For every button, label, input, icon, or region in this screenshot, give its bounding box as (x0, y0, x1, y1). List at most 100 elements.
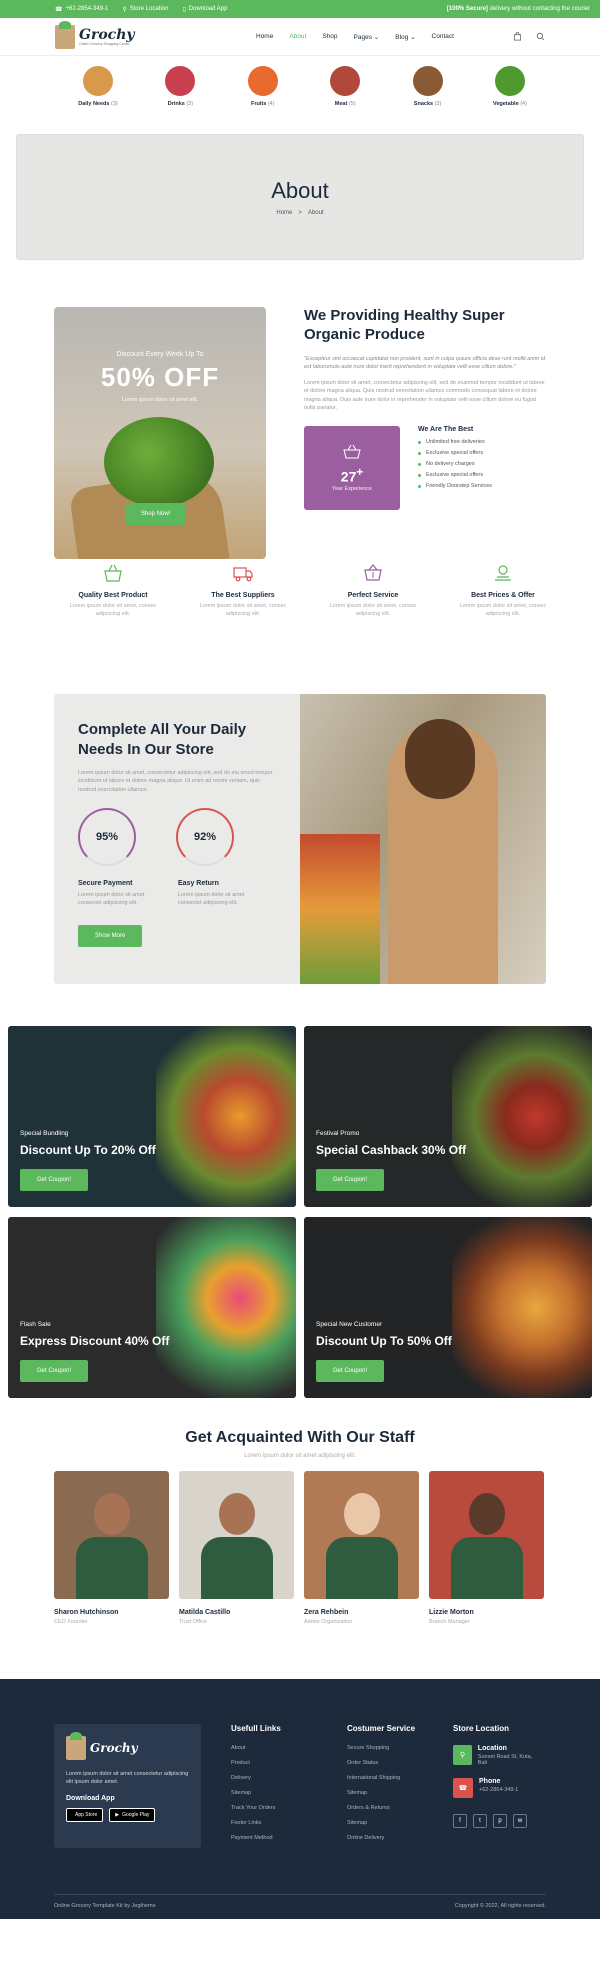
category-strip: Daily Needs (3) Drinks (3) Fruits (4) Me… (0, 56, 600, 134)
footer-link[interactable]: International Shipping (347, 1775, 433, 1781)
feature-title: Quality Best Product (78, 592, 148, 599)
location-pin-icon: ⚲ (122, 6, 127, 13)
chevron-down-icon: ⌄ (373, 33, 380, 41)
staff-section: Get Acquainted With Our Staff Lorem ipsu… (0, 1399, 600, 1679)
feature-desc: Lorem ipsum dolor sit amet, consec adipi… (459, 603, 547, 617)
search-icon[interactable] (536, 32, 545, 41)
about-heading: We Providing Healthy Super Organic Produ… (304, 307, 505, 343)
nav-about[interactable]: About (289, 33, 306, 41)
deal-card: Special New Customer Discount Up To 50% … (304, 1216, 592, 1398)
chevron-down-icon: ⌄ (410, 33, 416, 41)
footer-link[interactable]: Order Status (347, 1760, 433, 1766)
category-fruits[interactable]: Fruits (4) (233, 66, 293, 134)
customer-service-title: Costumer Service (347, 1724, 416, 1733)
google-play-button[interactable]: ▶ Google Play (109, 1807, 156, 1822)
staff-card[interactable]: Sharon Hutchinson CEO Founder (54, 1471, 169, 1625)
deal-kicker: Special Bundling (20, 1130, 69, 1137)
staff-card[interactable]: Matilda Castillo Trust Office (179, 1471, 294, 1625)
staff-name: Sharon Hutchinson (54, 1609, 119, 1616)
best-list-title: We Are The Best (418, 426, 474, 433)
secure-payment-progress: 95% (78, 807, 136, 866)
site-footer: Grochy Lorem ipsum dolor sit amet consec… (0, 1679, 600, 1919)
features-row: Quality Best Product Lorem ipsum dolor s… (0, 562, 600, 694)
breadcrumb-current: About (307, 210, 324, 216)
feature-desc: Lorem ipsum dolor sit amet, consec adipi… (69, 603, 157, 617)
footer-link[interactable]: Orders & Returns (347, 1805, 433, 1811)
nav-blog[interactable]: Blog ⌄ (395, 33, 415, 41)
topbar-app-link[interactable]: ▯ Download App (182, 6, 227, 13)
vegetable-image (494, 66, 525, 96)
footer-link[interactable]: Track Your Orders (231, 1805, 317, 1811)
nav-home[interactable]: Home (256, 33, 273, 41)
template-credit: Online Grocery Template Kit by Jegtheme (54, 1903, 156, 1909)
download-app-title: Download App (66, 1794, 115, 1802)
customer-service-column: Costumer Service Secure Shopping Order S… (347, 1724, 433, 1850)
footer-link[interactable]: Secure Shopping (347, 1745, 433, 1751)
whatsapp-icon[interactable]: w (513, 1814, 527, 1828)
brand-name: Grochy (79, 26, 135, 43)
location-contact: ⚲ Location Sunset Road St, Kuta, Bali (453, 1745, 539, 1766)
twitter-icon[interactable]: t (473, 1814, 487, 1828)
staff-role: Admin Organization (304, 1619, 353, 1625)
staff-name: Zera Rehbein (304, 1609, 349, 1616)
topbar-store-link[interactable]: ⚲ Store Location (122, 6, 168, 13)
promo-headline: 50% OFF (100, 362, 220, 392)
staff-photo (429, 1471, 544, 1599)
footer-link[interactable]: Online Delivery (347, 1835, 433, 1841)
basket-icon (343, 444, 361, 459)
staff-card[interactable]: Lizzie Morton Branch Manager (429, 1471, 544, 1625)
feature-prices: Best Prices & Offer Lorem ipsum dolor si… (448, 562, 558, 694)
meat-image (330, 66, 361, 96)
topbar-phone[interactable]: ☎ +62-2854-349-1 (55, 6, 108, 13)
footer-link[interactable]: About (231, 1745, 317, 1751)
show-more-button[interactable]: Show More (78, 925, 143, 948)
vegetable-bowl-image (452, 1026, 592, 1207)
breadcrumb-home[interactable]: Home (276, 210, 292, 216)
nav-shop[interactable]: Shop (322, 33, 337, 41)
footer-link[interactable]: Footer Links (231, 1820, 317, 1826)
deal-title: Discount Up To 20% Off (20, 1143, 156, 1157)
footer-link[interactable]: Sitemap (231, 1790, 317, 1796)
category-snacks[interactable]: Snacks (3) (398, 66, 458, 134)
topbar-promo: [100% Secure] delivery without contactin… (446, 6, 590, 12)
staff-photo (304, 1471, 419, 1599)
page-banner: About Home > About (16, 134, 584, 260)
nav-contact[interactable]: Contact (432, 33, 454, 41)
category-drinks[interactable]: Drinks (3) (150, 66, 210, 134)
footer-link[interactable]: Sitemap (347, 1790, 433, 1796)
easy-return-progress: 92% (176, 807, 234, 866)
get-coupon-button[interactable]: Get Coupon! (20, 1359, 89, 1382)
shopper-photo (300, 694, 546, 984)
feature-suppliers: The Best Suppliers Lorem ipsum dolor sit… (188, 562, 298, 694)
footer-link[interactable]: Payment Method (231, 1835, 317, 1841)
facebook-icon[interactable]: f (453, 1814, 467, 1828)
footer-link[interactable]: Sitemap (347, 1820, 433, 1826)
footer-logo[interactable]: Grochy (66, 1732, 189, 1760)
get-coupon-button[interactable]: Get Coupon! (20, 1169, 89, 1191)
category-vegetable[interactable]: Vegetable (4) (480, 66, 540, 134)
shopping-bag-icon[interactable] (513, 32, 522, 41)
shop-now-button[interactable]: Shop Now! (126, 503, 186, 525)
footer-link[interactable]: Delivery (231, 1775, 317, 1781)
category-daily-needs[interactable]: Daily Needs (3) (68, 66, 128, 134)
get-coupon-button[interactable]: Get Coupon! (316, 1169, 385, 1191)
nav-pages[interactable]: Pages ⌄ (354, 33, 380, 41)
vegetables-image (104, 417, 214, 507)
easy-return-desc: Lorem ipsum dolor sit amet consectet adi… (178, 891, 245, 906)
pinterest-icon[interactable]: p (493, 1814, 507, 1828)
discount-promo-card: Discount Every Week Up To 50% OFF Lorem … (54, 307, 266, 559)
category-meat[interactable]: Meat (5) (315, 66, 375, 134)
staff-card[interactable]: Zera Rehbein Admin Organization (304, 1471, 419, 1625)
deal-kicker: Flash Sale (20, 1320, 51, 1328)
best-item: Unlimited free deliveries (418, 439, 492, 445)
feature-quality: Quality Best Product Lorem ipsum dolor s… (58, 562, 168, 694)
useful-links-title: Usefull Links (231, 1724, 281, 1733)
deal-kicker: Festival Promo (316, 1130, 360, 1137)
app-store-button[interactable]: App Store (66, 1807, 104, 1822)
brand-logo[interactable]: Grochy Online Grocery Shopping Center (55, 20, 200, 49)
candy-image (156, 1216, 296, 1398)
feature-title: Perfect Service (347, 592, 399, 599)
footer-link[interactable]: Product (231, 1760, 317, 1766)
truck-icon (233, 567, 253, 582)
get-coupon-button[interactable]: Get Coupon! (316, 1359, 385, 1382)
